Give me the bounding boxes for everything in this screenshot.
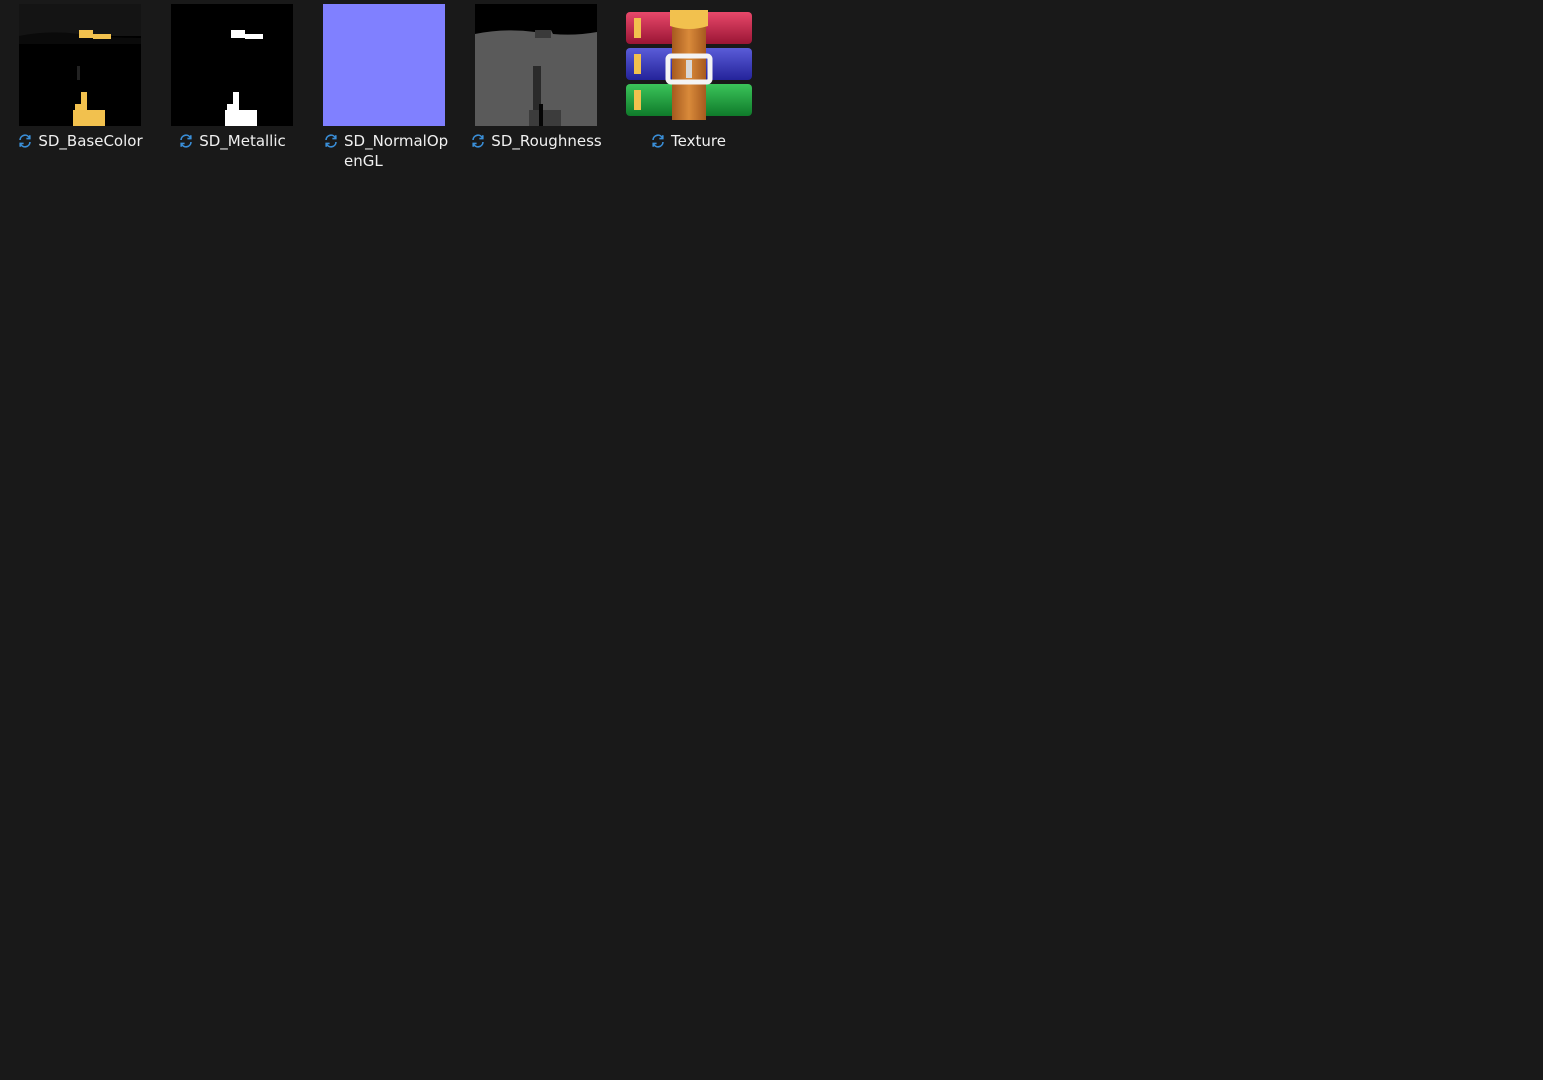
file-explorer-view: SD_BaseColor SD_Metallic SD_NormalOp enG… — [0, 0, 1543, 1080]
file-name: SD_BaseColor — [38, 132, 143, 150]
file-item-sd-roughness[interactable]: SD_Roughness — [461, 0, 611, 180]
file-item-sd-basecolor[interactable]: SD_BaseColor — [5, 0, 155, 180]
file-name: Texture — [671, 132, 726, 150]
file-label: SD_Metallic — [157, 131, 307, 151]
roughness-thumbnail — [475, 4, 597, 126]
file-name-line-2: enGL — [344, 152, 383, 170]
sync-pending-icon — [178, 133, 194, 149]
file-item-sd-normalopengl[interactable]: SD_NormalOp enGL — [309, 0, 459, 180]
file-label: SD_NormalOp enGL — [323, 131, 459, 171]
sync-pending-icon — [470, 133, 486, 149]
basecolor-thumbnail — [19, 4, 141, 126]
file-label: SD_Roughness — [461, 131, 611, 151]
winrar-archive-icon — [624, 6, 754, 122]
file-item-sd-metallic[interactable]: SD_Metallic — [157, 0, 307, 180]
file-item-texture[interactable]: Texture — [613, 0, 763, 180]
file-name: SD_Metallic — [199, 132, 286, 150]
sync-pending-icon — [323, 133, 339, 149]
file-name-line-1: SD_NormalOp — [344, 132, 449, 150]
file-label: SD_BaseColor — [5, 131, 155, 151]
file-name: SD_Roughness — [491, 132, 602, 150]
metallic-thumbnail — [171, 4, 293, 126]
normal-map-thumbnail — [323, 4, 445, 126]
file-label: Texture — [613, 131, 763, 151]
sync-pending-icon — [650, 133, 666, 149]
sync-pending-icon — [17, 133, 33, 149]
